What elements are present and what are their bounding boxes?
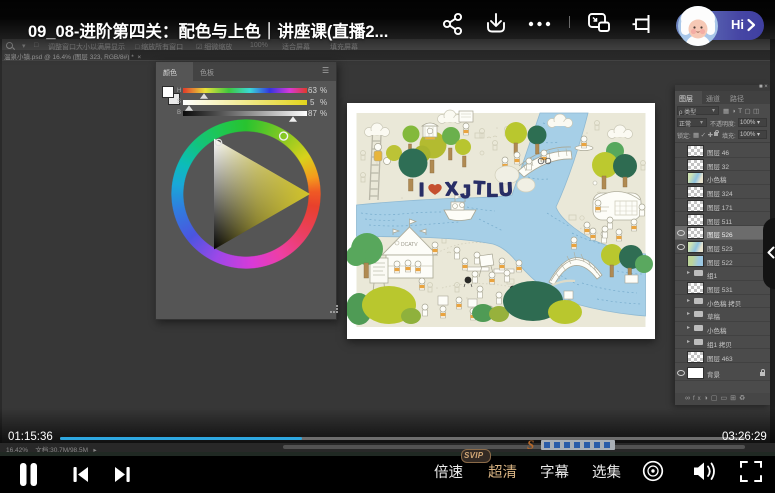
svg-text:U: U (498, 178, 512, 200)
svg-text:T: T (473, 177, 486, 199)
svg-text:L: L (487, 180, 498, 201)
svg-text:J: J (461, 181, 471, 202)
svg-text:X: X (445, 178, 459, 200)
svg-text:I: I (419, 179, 424, 200)
svg-text:DCATV: DCATV (401, 242, 418, 248)
